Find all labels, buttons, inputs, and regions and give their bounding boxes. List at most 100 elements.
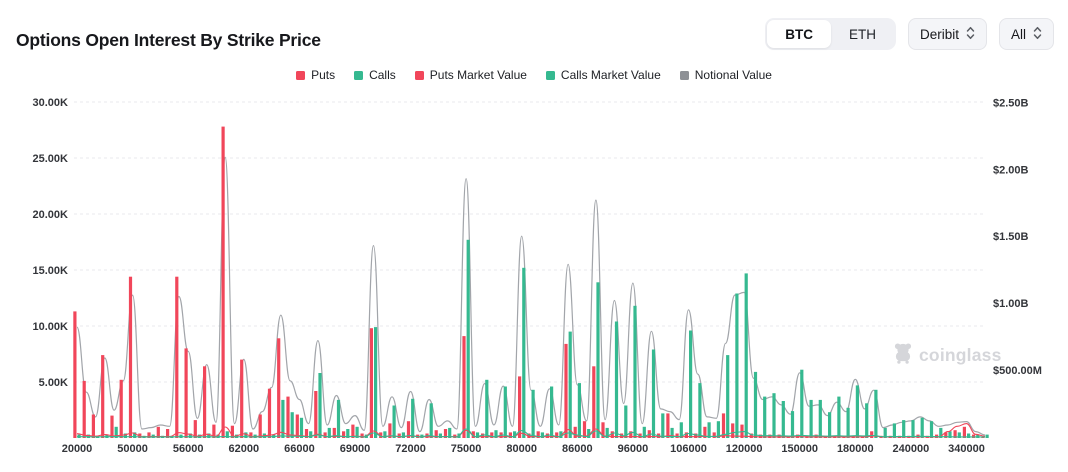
call-bar (921, 418, 924, 438)
put-bar (314, 391, 317, 438)
y-axis-left: 30.00K25.00K20.00K15.00K10.00K5.00K (33, 97, 69, 389)
y-axis-right: $2.50B$2.00B$1.50B$1.00B$500.00M (993, 97, 1042, 377)
put-bar (462, 336, 465, 438)
call-bar (318, 373, 321, 438)
put-bar (972, 435, 975, 438)
call-bar (550, 387, 553, 439)
notional-value-line (77, 157, 985, 435)
put-bar (592, 366, 595, 438)
put-bar (277, 338, 280, 438)
puts-bars[interactable] (73, 127, 984, 438)
call-bar (856, 385, 859, 438)
put-bar (666, 413, 669, 438)
call-bar (828, 412, 831, 438)
call-bar (763, 397, 766, 438)
call-bar (300, 418, 303, 438)
put-bar (175, 277, 178, 438)
svg-text:240000: 240000 (893, 443, 930, 455)
call-bar (902, 420, 905, 438)
put-bar (676, 434, 679, 439)
call-bar (810, 400, 813, 438)
svg-text:150000: 150000 (781, 443, 818, 455)
svg-text:66000: 66000 (284, 443, 315, 455)
put-bar (268, 389, 271, 438)
put-bar (101, 355, 104, 438)
put-bar (370, 328, 373, 438)
call-bar (633, 306, 636, 438)
call-bar (578, 383, 581, 438)
call-bar (689, 331, 692, 439)
svg-text:72000: 72000 (395, 443, 426, 455)
call-bar (337, 400, 340, 438)
put-bar (296, 415, 299, 439)
svg-text:120000: 120000 (726, 443, 763, 455)
call-bar (430, 403, 433, 438)
call-bar (893, 423, 896, 438)
call-bar (615, 322, 618, 439)
call-bar (800, 370, 803, 438)
call-bar (624, 406, 627, 439)
call-bar (485, 380, 488, 438)
svg-text:30.00K: 30.00K (33, 97, 69, 109)
svg-text:96000: 96000 (618, 443, 649, 455)
call-bar (745, 273, 748, 438)
svg-text:69000: 69000 (340, 443, 371, 455)
svg-text:15.00K: 15.00K (33, 265, 69, 277)
put-bar (768, 435, 771, 438)
svg-text:180000: 180000 (837, 443, 874, 455)
call-bar (911, 420, 914, 438)
svg-text:56000: 56000 (173, 443, 204, 455)
put-bar (203, 366, 206, 438)
call-bar (708, 422, 711, 438)
svg-text:75000: 75000 (451, 443, 482, 455)
call-bar (782, 401, 785, 438)
svg-text:106000: 106000 (670, 443, 707, 455)
put-bar (259, 415, 262, 439)
call-bar (698, 383, 701, 438)
call-bar (791, 411, 794, 438)
svg-text:$2.00B: $2.00B (993, 164, 1029, 176)
put-bar (518, 376, 521, 438)
call-bar (522, 268, 525, 438)
svg-text:62000: 62000 (229, 443, 260, 455)
call-bar (865, 403, 868, 438)
call-bar (754, 372, 757, 438)
call-bar (439, 434, 442, 439)
call-bar (837, 397, 840, 438)
call-bar (772, 393, 775, 438)
call-bar (661, 413, 664, 438)
call-bar (726, 355, 729, 438)
call-bar (532, 390, 535, 438)
options-oi-panel: Options Open Interest By Strike Price BT… (0, 0, 1068, 472)
put-bar (564, 344, 567, 438)
x-axis: 2000050000560006200066000690007200075000… (62, 443, 985, 455)
svg-text:$500.00M: $500.00M (993, 365, 1042, 377)
svg-text:25.00K: 25.00K (33, 153, 69, 165)
put-bar (129, 277, 132, 438)
svg-text:5.00K: 5.00K (39, 377, 68, 389)
svg-text:$1.00B: $1.00B (993, 298, 1029, 310)
svg-text:80000: 80000 (506, 443, 537, 455)
call-bar (874, 390, 877, 438)
call-bar (393, 406, 396, 439)
put-bar (240, 360, 243, 438)
svg-text:20.00K: 20.00K (33, 209, 69, 221)
put-bar (963, 427, 966, 438)
svg-text:$2.50B: $2.50B (993, 97, 1029, 109)
put-bar (324, 432, 327, 438)
call-bar (652, 350, 655, 439)
put-bar (83, 381, 86, 438)
call-bar (596, 282, 599, 438)
svg-text:50000: 50000 (117, 443, 148, 455)
svg-text:86000: 86000 (562, 443, 593, 455)
put-bar (870, 431, 873, 438)
open-interest-chart[interactable]: 30.00K25.00K20.00K15.00K10.00K5.00K$2.50… (0, 0, 1068, 472)
put-bar (73, 311, 76, 438)
put-bar (120, 380, 123, 438)
call-bar (411, 399, 414, 438)
put-bar (92, 415, 95, 439)
call-bar (847, 408, 850, 438)
call-bar (504, 387, 507, 439)
call-bar (930, 421, 933, 438)
put-bar (110, 416, 113, 438)
